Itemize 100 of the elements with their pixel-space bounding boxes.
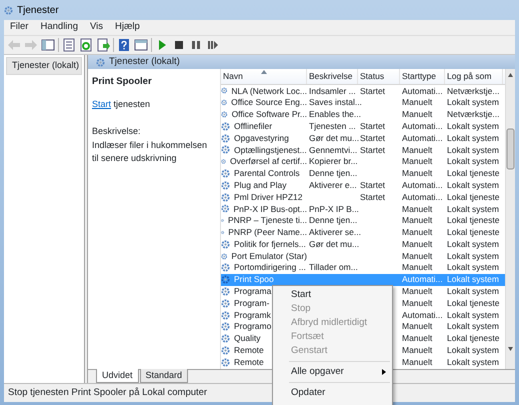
table-cell[interactable]: Politik for fjernels... [232,238,306,251]
table-cell[interactable]: Lokal tjeneste [445,298,500,308]
view-tab[interactable]: Udvidet [96,368,139,383]
table-cell[interactable]: Denne tjen... [307,168,358,178]
table-cell[interactable]: Lokalt system [445,310,499,320]
table-cell[interactable]: Startet [358,192,386,202]
column-header[interactable]: Status [358,69,400,84]
table-cell[interactable]: Automati... [400,132,443,143]
table-cell[interactable]: Kopierer br... [307,156,358,166]
table-cell[interactable]: Manuelt [400,345,432,356]
table-cell[interactable]: Lokal tjeneste [445,168,500,178]
table-cell[interactable]: Quality [232,332,260,346]
table-cell[interactable]: PnP-X IP Bus-opt... [231,202,307,216]
table-cell[interactable]: Lokal tjeneste [445,192,500,202]
menu-item[interactable]: Alle opgaver [273,365,392,379]
table-cell[interactable]: Offlinefiler [232,120,272,133]
console-tree-icon[interactable] [41,38,55,52]
table-cell[interactable]: NLA (Network Loc... [229,84,307,98]
table-cell[interactable]: Manuelt [400,298,432,308]
table-cell[interactable]: Gør det mu... [307,238,360,249]
table-cell[interactable]: Manuelt [400,250,432,261]
column-header[interactable]: Navn [221,69,307,84]
table-cell[interactable]: Remote [232,344,264,357]
list-view-icon[interactable] [62,38,76,52]
table-cell[interactable]: Lokalt system [445,345,499,356]
table-cell[interactable]: Lokalt system [445,132,499,143]
table-cell[interactable]: Lokalt system [445,120,499,131]
table-cell[interactable]: Programa [232,285,272,298]
table-cell[interactable]: Program- [232,296,270,310]
table-cell[interactable]: Manuelt [400,156,432,166]
table-cell[interactable]: Port Emulator (Star) [229,250,307,262]
table-cell[interactable]: Netværkstje... [445,109,500,120]
table-cell[interactable]: Manuelt [400,109,432,120]
table-cell[interactable]: Automati... [400,180,443,190]
table-cell[interactable]: Aktiverer se... [307,227,361,238]
table-cell[interactable]: PNRP (Peer Name... [226,226,307,239]
column-header[interactable]: Log på som [445,69,503,84]
table-cell[interactable]: Office Software Pr... [230,108,307,121]
table-cell[interactable]: Gennemtvi... [307,144,358,155]
table-cell[interactable]: Lokal tjeneste [445,227,500,238]
table-cell[interactable]: Remote [232,356,264,369]
table-cell[interactable]: Optællingstjenest... [232,144,307,156]
table-cell[interactable]: Manuelt [400,286,432,296]
table-cell[interactable]: Indsamler ... [307,86,356,96]
table-cell[interactable]: Automati... [400,192,443,202]
table-cell[interactable]: Automati... [400,86,443,96]
table-cell[interactable]: Startet [358,86,386,96]
table-cell[interactable]: Parental Controls [232,167,300,180]
table-cell[interactable]: Manuelt [400,168,432,178]
table-cell[interactable]: Manuelt [400,97,432,108]
table-cell[interactable]: Portomdirigering ... [232,261,306,274]
table-cell[interactable]: Startet [358,132,386,143]
table-cell[interactable]: Startet [358,180,386,190]
column-header[interactable]: Beskrivelse [307,69,358,84]
help-icon[interactable] [117,38,131,52]
start-link[interactable]: Start [92,99,112,110]
table-cell[interactable]: Manuelt [400,356,432,367]
table-cell[interactable]: Automati... [400,310,443,320]
table-cell[interactable]: Saves instal... [307,97,362,108]
table-cell[interactable]: Overførsel af certif... [228,155,307,168]
table-cell[interactable]: Lokalt system [445,97,499,108]
table-cell[interactable]: Lokal tjeneste [445,333,500,344]
table-cell[interactable]: Lokalt system [445,180,499,190]
pause-icon[interactable] [189,38,203,52]
table-cell[interactable]: Manuelt [400,262,432,272]
table-cell[interactable]: PnP-X IP B... [307,204,359,214]
table-cell[interactable]: Lokalt system [445,156,499,166]
table-cell[interactable]: Gør det mu... [307,132,360,143]
table-cell[interactable]: Manuelt [400,333,432,344]
table-cell[interactable]: Manuelt [400,227,432,238]
menu-item[interactable]: Start [273,288,392,302]
table-cell[interactable]: Startet [358,120,386,131]
menu-item[interactable]: Handling [34,20,84,35]
table-cell[interactable]: Tjenesten ... [307,120,356,131]
table-cell[interactable]: Denne tjen... [307,215,358,226]
resume-icon[interactable] [206,38,220,52]
menu-item[interactable]: Filer [4,20,34,35]
view-tab[interactable]: Standard [140,368,188,383]
table-cell[interactable]: Lokalt system [445,144,499,155]
export-list-icon[interactable] [96,38,110,52]
menu-item[interactable]: Vis [84,20,110,35]
menu-item[interactable]: Hjælp [109,20,146,35]
table-cell[interactable]: Lokalt system [445,321,499,332]
table-cell[interactable]: Lokalt system [445,286,499,296]
table-cell[interactable]: Lokalt system [445,250,499,261]
table-cell[interactable]: Manuelt [400,204,432,214]
table-cell[interactable]: Pml Driver HPZ12 [232,190,302,204]
table-cell[interactable]: PNRP – Tjeneste ti... [226,214,307,228]
table-cell[interactable]: Netværkstje... [445,86,500,96]
table-cell[interactable]: Aktiverer e... [307,180,357,190]
table-cell[interactable]: Manuelt [400,321,432,332]
stop-icon[interactable] [172,38,186,52]
table-cell[interactable]: Opgavestyring [232,132,289,144]
table-cell[interactable]: Startet [358,144,386,155]
column-header[interactable]: Starttype [400,69,445,84]
table-cell[interactable]: Manuelt [400,215,432,226]
properties-icon[interactable] [134,38,148,52]
scrollbar[interactable] [505,69,515,369]
table-cell[interactable]: Tillader om... [307,262,358,272]
table-cell[interactable]: Lokalt system [445,238,499,249]
